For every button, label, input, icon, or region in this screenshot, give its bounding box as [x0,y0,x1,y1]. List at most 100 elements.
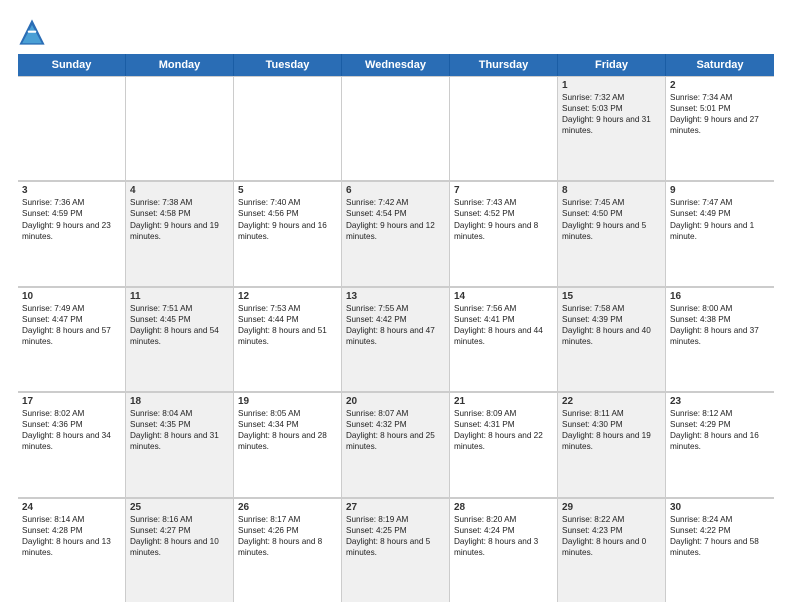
cell-info: Sunrise: 7:34 AM Sunset: 5:01 PM Dayligh… [670,92,770,136]
cell-info: Sunrise: 8:04 AM Sunset: 4:35 PM Dayligh… [130,408,229,452]
day-number: 28 [454,502,553,513]
calendar-row-3: 17Sunrise: 8:02 AM Sunset: 4:36 PM Dayli… [18,392,774,497]
calendar-cell: 13Sunrise: 7:55 AM Sunset: 4:42 PM Dayli… [342,287,450,391]
day-number: 27 [346,502,445,513]
calendar-cell: 10Sunrise: 7:49 AM Sunset: 4:47 PM Dayli… [18,287,126,391]
cell-info: Sunrise: 7:58 AM Sunset: 4:39 PM Dayligh… [562,303,661,347]
logo [18,18,50,46]
header-day-wednesday: Wednesday [342,54,450,76]
day-number: 24 [22,502,121,513]
day-number: 30 [670,502,770,513]
calendar-cell: 19Sunrise: 8:05 AM Sunset: 4:34 PM Dayli… [234,392,342,496]
header [18,18,774,46]
cell-info: Sunrise: 8:07 AM Sunset: 4:32 PM Dayligh… [346,408,445,452]
calendar-cell: 15Sunrise: 7:58 AM Sunset: 4:39 PM Dayli… [558,287,666,391]
calendar-cell: 9Sunrise: 7:47 AM Sunset: 4:49 PM Daylig… [666,181,774,285]
calendar-row-1: 3Sunrise: 7:36 AM Sunset: 4:59 PM Daylig… [18,181,774,286]
calendar-cell [234,76,342,180]
calendar-cell [342,76,450,180]
cell-info: Sunrise: 7:49 AM Sunset: 4:47 PM Dayligh… [22,303,121,347]
calendar-cell: 16Sunrise: 8:00 AM Sunset: 4:38 PM Dayli… [666,287,774,391]
cell-info: Sunrise: 8:24 AM Sunset: 4:22 PM Dayligh… [670,514,770,558]
calendar-cell: 27Sunrise: 8:19 AM Sunset: 4:25 PM Dayli… [342,498,450,602]
day-number: 7 [454,185,553,196]
calendar-cell: 18Sunrise: 8:04 AM Sunset: 4:35 PM Dayli… [126,392,234,496]
calendar: SundayMondayTuesdayWednesdayThursdayFrid… [18,54,774,602]
calendar-cell: 14Sunrise: 7:56 AM Sunset: 4:41 PM Dayli… [450,287,558,391]
cell-info: Sunrise: 8:14 AM Sunset: 4:28 PM Dayligh… [22,514,121,558]
day-number: 21 [454,396,553,407]
day-number: 19 [238,396,337,407]
day-number: 16 [670,291,770,302]
calendar-cell: 11Sunrise: 7:51 AM Sunset: 4:45 PM Dayli… [126,287,234,391]
day-number: 12 [238,291,337,302]
calendar-cell: 22Sunrise: 8:11 AM Sunset: 4:30 PM Dayli… [558,392,666,496]
cell-info: Sunrise: 8:16 AM Sunset: 4:27 PM Dayligh… [130,514,229,558]
day-number: 3 [22,185,121,196]
calendar-cell [450,76,558,180]
day-number: 4 [130,185,229,196]
cell-info: Sunrise: 7:56 AM Sunset: 4:41 PM Dayligh… [454,303,553,347]
cell-info: Sunrise: 7:42 AM Sunset: 4:54 PM Dayligh… [346,197,445,241]
calendar-cell: 25Sunrise: 8:16 AM Sunset: 4:27 PM Dayli… [126,498,234,602]
day-number: 25 [130,502,229,513]
cell-info: Sunrise: 8:19 AM Sunset: 4:25 PM Dayligh… [346,514,445,558]
cell-info: Sunrise: 7:43 AM Sunset: 4:52 PM Dayligh… [454,197,553,241]
calendar-cell: 2Sunrise: 7:34 AM Sunset: 5:01 PM Daylig… [666,76,774,180]
calendar-cell: 28Sunrise: 8:20 AM Sunset: 4:24 PM Dayli… [450,498,558,602]
day-number: 17 [22,396,121,407]
cell-info: Sunrise: 7:51 AM Sunset: 4:45 PM Dayligh… [130,303,229,347]
cell-info: Sunrise: 7:38 AM Sunset: 4:58 PM Dayligh… [130,197,229,241]
calendar-cell: 23Sunrise: 8:12 AM Sunset: 4:29 PM Dayli… [666,392,774,496]
calendar-cell: 6Sunrise: 7:42 AM Sunset: 4:54 PM Daylig… [342,181,450,285]
header-day-sunday: Sunday [18,54,126,76]
cell-info: Sunrise: 8:00 AM Sunset: 4:38 PM Dayligh… [670,303,770,347]
calendar-cell: 21Sunrise: 8:09 AM Sunset: 4:31 PM Dayli… [450,392,558,496]
cell-info: Sunrise: 7:47 AM Sunset: 4:49 PM Dayligh… [670,197,770,241]
cell-info: Sunrise: 8:20 AM Sunset: 4:24 PM Dayligh… [454,514,553,558]
cell-info: Sunrise: 8:12 AM Sunset: 4:29 PM Dayligh… [670,408,770,452]
cell-info: Sunrise: 8:22 AM Sunset: 4:23 PM Dayligh… [562,514,661,558]
calendar-body: 1Sunrise: 7:32 AM Sunset: 5:03 PM Daylig… [18,76,774,602]
cell-info: Sunrise: 7:40 AM Sunset: 4:56 PM Dayligh… [238,197,337,241]
calendar-cell: 8Sunrise: 7:45 AM Sunset: 4:50 PM Daylig… [558,181,666,285]
calendar-cell: 12Sunrise: 7:53 AM Sunset: 4:44 PM Dayli… [234,287,342,391]
day-number: 8 [562,185,661,196]
header-day-friday: Friday [558,54,666,76]
calendar-cell: 20Sunrise: 8:07 AM Sunset: 4:32 PM Dayli… [342,392,450,496]
calendar-cell: 7Sunrise: 7:43 AM Sunset: 4:52 PM Daylig… [450,181,558,285]
calendar-cell: 5Sunrise: 7:40 AM Sunset: 4:56 PM Daylig… [234,181,342,285]
cell-info: Sunrise: 7:36 AM Sunset: 4:59 PM Dayligh… [22,197,121,241]
calendar-cell: 30Sunrise: 8:24 AM Sunset: 4:22 PM Dayli… [666,498,774,602]
cell-info: Sunrise: 7:53 AM Sunset: 4:44 PM Dayligh… [238,303,337,347]
cell-info: Sunrise: 7:45 AM Sunset: 4:50 PM Dayligh… [562,197,661,241]
calendar-cell: 17Sunrise: 8:02 AM Sunset: 4:36 PM Dayli… [18,392,126,496]
page: SundayMondayTuesdayWednesdayThursdayFrid… [0,0,792,612]
header-day-monday: Monday [126,54,234,76]
day-number: 18 [130,396,229,407]
calendar-cell: 3Sunrise: 7:36 AM Sunset: 4:59 PM Daylig… [18,181,126,285]
cell-info: Sunrise: 8:17 AM Sunset: 4:26 PM Dayligh… [238,514,337,558]
cell-info: Sunrise: 7:55 AM Sunset: 4:42 PM Dayligh… [346,303,445,347]
cell-info: Sunrise: 8:09 AM Sunset: 4:31 PM Dayligh… [454,408,553,452]
day-number: 1 [562,80,661,91]
day-number: 14 [454,291,553,302]
day-number: 6 [346,185,445,196]
calendar-row-0: 1Sunrise: 7:32 AM Sunset: 5:03 PM Daylig… [18,76,774,181]
day-number: 9 [670,185,770,196]
cell-info: Sunrise: 8:05 AM Sunset: 4:34 PM Dayligh… [238,408,337,452]
calendar-row-2: 10Sunrise: 7:49 AM Sunset: 4:47 PM Dayli… [18,287,774,392]
header-day-tuesday: Tuesday [234,54,342,76]
day-number: 5 [238,185,337,196]
day-number: 26 [238,502,337,513]
calendar-cell: 4Sunrise: 7:38 AM Sunset: 4:58 PM Daylig… [126,181,234,285]
calendar-row-4: 24Sunrise: 8:14 AM Sunset: 4:28 PM Dayli… [18,498,774,602]
calendar-cell: 29Sunrise: 8:22 AM Sunset: 4:23 PM Dayli… [558,498,666,602]
calendar-cell: 24Sunrise: 8:14 AM Sunset: 4:28 PM Dayli… [18,498,126,602]
day-number: 10 [22,291,121,302]
calendar-cell: 26Sunrise: 8:17 AM Sunset: 4:26 PM Dayli… [234,498,342,602]
header-day-saturday: Saturday [666,54,774,76]
day-number: 23 [670,396,770,407]
day-number: 11 [130,291,229,302]
cell-info: Sunrise: 7:32 AM Sunset: 5:03 PM Dayligh… [562,92,661,136]
